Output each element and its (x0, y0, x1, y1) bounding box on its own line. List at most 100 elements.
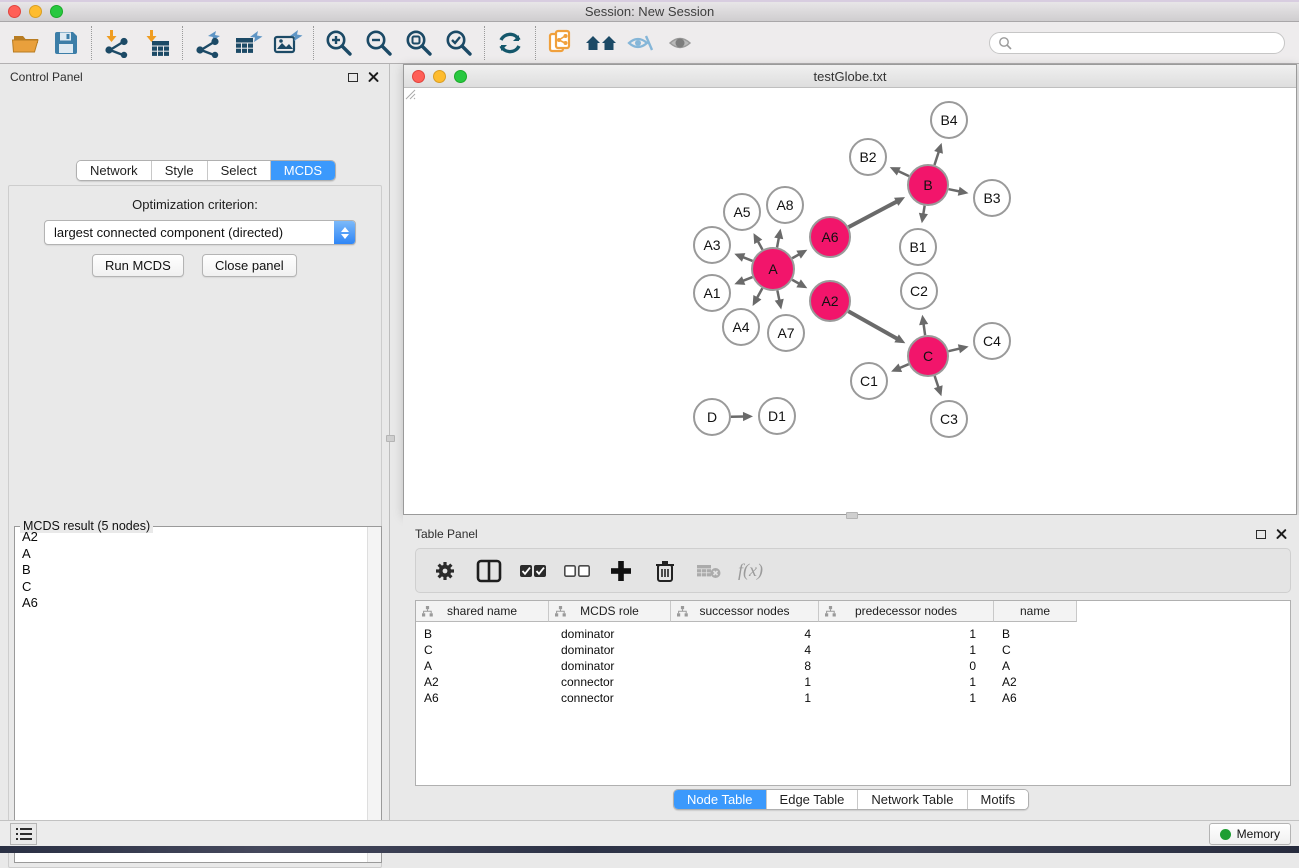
column-selector-button[interactable] (474, 556, 504, 586)
mcds-result-item[interactable]: B (16, 562, 366, 579)
vertical-splitter[interactable] (390, 64, 403, 820)
zoom-in-button[interactable] (319, 25, 359, 61)
graph-node-C4[interactable]: C4 (974, 323, 1010, 359)
memory-button[interactable]: Memory (1209, 823, 1291, 845)
graph-edge-B-B4[interactable] (934, 143, 943, 165)
graph-edge-A2-C[interactable] (848, 311, 905, 343)
graph-edge-A-A6[interactable] (792, 250, 807, 259)
result-list-scrollbar[interactable] (367, 527, 381, 862)
mcds-result-item[interactable]: C (16, 579, 366, 596)
column-header-shared-name[interactable]: shared name (416, 601, 549, 622)
graph-edge-A-A1[interactable] (734, 276, 752, 285)
graph-node-A7[interactable]: A7 (768, 315, 804, 351)
zoom-selected-button[interactable] (439, 25, 479, 61)
column-header-name[interactable]: name (994, 601, 1077, 622)
export-network-button[interactable] (188, 25, 228, 61)
home-button[interactable] (581, 25, 621, 61)
run-mcds-button[interactable]: Run MCDS (92, 254, 184, 277)
graph-node-A6[interactable]: A6 (810, 217, 850, 257)
export-table-button[interactable] (228, 25, 268, 61)
graph-node-A[interactable]: A (752, 248, 794, 290)
tab-motifs[interactable]: Motifs (968, 790, 1029, 809)
save-session-button[interactable] (46, 25, 86, 61)
column-header-MCDS-role[interactable]: MCDS role (549, 601, 671, 622)
graph-node-A5[interactable]: A5 (724, 194, 760, 230)
graph-edge-C-C1[interactable] (891, 363, 909, 371)
search-field[interactable] (989, 32, 1285, 54)
graph-node-D[interactable]: D (694, 399, 730, 435)
tab-network-table[interactable]: Network Table (858, 790, 967, 809)
graph-edge-B-B2[interactable] (890, 167, 909, 176)
mcds-result-item[interactable]: A6 (16, 595, 366, 612)
optimization-criterion-select[interactable]: largest connected component (directed) (44, 220, 356, 245)
mcds-result-item[interactable]: A (16, 546, 366, 563)
table-row[interactable]: Adominator80A (416, 658, 1290, 674)
table-row[interactable]: A2connector11A2 (416, 674, 1290, 690)
graph-edge-A-A2[interactable] (792, 279, 807, 288)
column-header-successor-nodes[interactable]: successor nodes (671, 601, 819, 622)
graph-node-A1[interactable]: A1 (694, 275, 730, 311)
graph-edge-A-A4[interactable] (753, 288, 763, 306)
table-row[interactable]: Cdominator41C (416, 642, 1290, 658)
refresh-view-button[interactable] (490, 25, 530, 61)
graph-node-B4[interactable]: B4 (931, 102, 967, 138)
network-overview-button[interactable] (541, 25, 581, 61)
graph-edge-C-C4[interactable] (948, 344, 968, 353)
delete-column-button[interactable] (650, 556, 680, 586)
graph-node-B[interactable]: B (908, 165, 948, 205)
graph-edge-A6-B[interactable] (849, 197, 905, 227)
table-row[interactable]: A6connector11A6 (416, 690, 1290, 706)
graph-node-C[interactable]: C (908, 336, 948, 376)
import-table-button[interactable] (137, 25, 177, 61)
graph-edge-A-A5[interactable] (753, 233, 762, 250)
graph-edge-A-A7[interactable] (775, 291, 784, 310)
graph-edge-B-B3[interactable] (949, 187, 969, 196)
graph-edge-B-B1[interactable] (919, 206, 928, 224)
window-resize-grip[interactable] (404, 88, 416, 100)
graph-node-C3[interactable]: C3 (931, 401, 967, 437)
graph-edge-A-A8[interactable] (774, 229, 783, 248)
tab-select[interactable]: Select (208, 161, 271, 180)
import-network-button[interactable] (97, 25, 137, 61)
graph-node-A2[interactable]: A2 (810, 281, 850, 321)
open-session-button[interactable] (6, 25, 46, 61)
graph-node-B3[interactable]: B3 (974, 180, 1010, 216)
show-panels-list-button[interactable] (10, 823, 37, 845)
graph-edge-A-A3[interactable] (734, 253, 752, 262)
graph-node-B2[interactable]: B2 (850, 139, 886, 175)
network-canvas[interactable]: B4 B2 B B3 A8A5 A6 A3 B1 A A1 C2 A2 A4A7 C4 C C1 D D1 C3 (404, 88, 1296, 514)
graph-edge-D-D1[interactable] (731, 412, 753, 421)
graph-node-A8[interactable]: A8 (767, 187, 803, 223)
graph-node-A4[interactable]: A4 (723, 309, 759, 345)
graph-edge-C-C3[interactable] (934, 376, 943, 396)
horizontal-splitter-handle[interactable] (846, 512, 858, 519)
graph-node-D1[interactable]: D1 (759, 398, 795, 434)
close-table-panel-icon[interactable] (1276, 529, 1287, 540)
zoom-out-button[interactable] (359, 25, 399, 61)
vertical-splitter-handle[interactable] (386, 435, 395, 442)
tab-style[interactable]: Style (152, 161, 208, 180)
close-panel-icon[interactable] (368, 72, 379, 83)
tab-network[interactable]: Network (77, 161, 152, 180)
graph-node-C1[interactable]: C1 (851, 363, 887, 399)
graph-node-B1[interactable]: B1 (900, 229, 936, 265)
graph-node-C2[interactable]: C2 (901, 273, 937, 309)
search-input[interactable] (1017, 36, 1276, 50)
tab-node-table[interactable]: Node Table (674, 790, 767, 809)
mcds-result-item[interactable]: A2 (16, 529, 366, 546)
add-column-button[interactable] (606, 556, 636, 586)
column-header-predecessor-nodes[interactable]: predecessor nodes (819, 601, 994, 622)
close-panel-button[interactable]: Close panel (202, 254, 297, 277)
table-options-gear-button[interactable] (430, 556, 460, 586)
hide-graphics-details-button[interactable] (621, 25, 661, 61)
tab-mcds[interactable]: MCDS (271, 161, 335, 180)
deselect-all-button[interactable] (562, 556, 592, 586)
graph-node-A3[interactable]: A3 (694, 227, 730, 263)
float-panel-icon[interactable] (348, 73, 358, 82)
select-all-button[interactable] (518, 556, 548, 586)
tab-edge-table[interactable]: Edge Table (767, 790, 859, 809)
float-table-panel-icon[interactable] (1256, 530, 1266, 539)
table-row[interactable]: Bdominator41B (416, 626, 1290, 642)
export-image-button[interactable] (268, 25, 308, 61)
zoom-fit-button[interactable] (399, 25, 439, 61)
